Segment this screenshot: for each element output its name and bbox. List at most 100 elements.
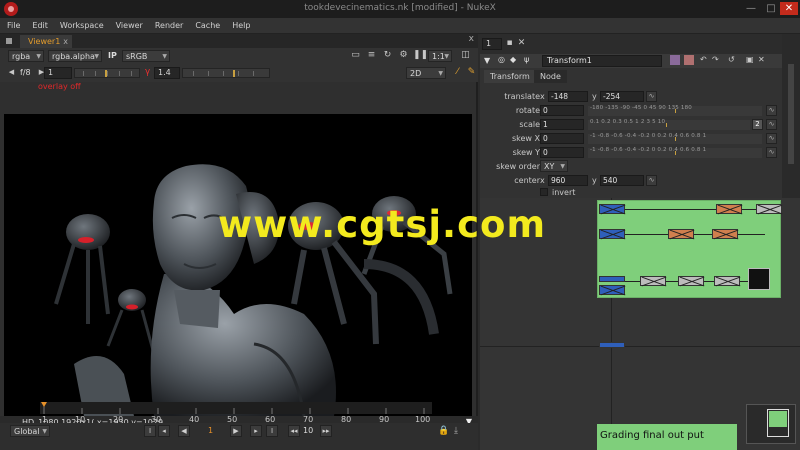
float-panel-icon[interactable]: ▣ xyxy=(746,55,754,64)
pause-icon[interactable]: ❚❚ xyxy=(413,50,428,61)
scale-slider[interactable]: 0.1 0.2 0.3 0.5 1 2 3 5 10 xyxy=(588,119,750,130)
graph-node[interactable] xyxy=(599,342,625,348)
menu-workspace[interactable]: Workspace xyxy=(53,18,109,34)
tab-node[interactable]: Node xyxy=(534,70,567,83)
minimap-viewport[interactable] xyxy=(767,409,789,437)
tab-transform[interactable]: Transform xyxy=(484,70,536,83)
skew-x-animation-icon[interactable]: ∿ xyxy=(766,133,777,144)
panel-menu-icon[interactable] xyxy=(6,38,12,44)
minimize-button[interactable]: — xyxy=(742,2,760,15)
menu-file[interactable]: File xyxy=(0,18,25,34)
gear-icon[interactable]: ⚙ xyxy=(398,50,409,61)
tab-viewer1[interactable]: Viewer1 x xyxy=(20,35,72,48)
bounce-icon[interactable]: ⤓ xyxy=(454,426,458,436)
playhead-icon[interactable] xyxy=(41,402,47,407)
step-forward-button[interactable]: ▸▸ xyxy=(320,425,332,437)
current-frame-field[interactable]: 1 xyxy=(208,426,213,435)
graph-node[interactable] xyxy=(599,276,625,282)
graph-node[interactable] xyxy=(712,229,739,240)
play-forward-button[interactable]: ▶ xyxy=(230,425,242,437)
ip-toggle[interactable]: IP xyxy=(108,51,117,60)
translate-x-field[interactable]: -148 xyxy=(548,91,588,102)
last-frame-button[interactable]: I xyxy=(266,425,278,437)
menu-cache[interactable]: Cache xyxy=(188,18,225,34)
scale-animation-icon[interactable]: ∿ xyxy=(766,119,777,130)
fullscreen-icon[interactable]: ◫ xyxy=(460,50,471,61)
fstop-decrease-icon[interactable]: ◀ xyxy=(6,67,17,78)
tab-close-icon[interactable]: x xyxy=(63,35,68,48)
panel-close-icon[interactable]: x xyxy=(469,34,474,44)
skew-x-field[interactable]: 0 xyxy=(540,133,584,144)
scale-split-badge[interactable]: 2 xyxy=(752,119,763,130)
refresh-icon[interactable]: ↻ xyxy=(382,50,393,61)
invert-checkbox[interactable] xyxy=(540,188,548,196)
center-y-field[interactable]: 540 xyxy=(600,175,644,186)
dropper-icon[interactable]: ✎ xyxy=(466,67,477,78)
wipe-icon[interactable]: ⁄ xyxy=(452,67,463,78)
skew-order-dropdown[interactable]: XY ▼ xyxy=(540,160,568,172)
redo-icon[interactable]: ↷ xyxy=(712,55,719,64)
viewer-canvas[interactable] xyxy=(4,114,472,417)
graph-minimap[interactable] xyxy=(746,404,796,444)
step-value-field[interactable]: 10 xyxy=(303,426,313,435)
rotate-field[interactable]: 0 xyxy=(540,105,584,116)
graph-node[interactable] xyxy=(599,285,626,296)
gain-field[interactable]: 1 xyxy=(44,67,72,79)
graph-node[interactable] xyxy=(599,204,626,215)
maximize-button[interactable]: □ xyxy=(762,2,780,15)
collapse-arrow-icon[interactable]: ▼ xyxy=(484,56,490,65)
scale-field[interactable]: 1 xyxy=(540,119,584,130)
lock-icon[interactable]: 🔒 xyxy=(438,426,449,436)
max-panels-field[interactable]: 1 xyxy=(482,38,502,50)
alpha-channel-dropdown[interactable]: rgba.alpha ▼ xyxy=(48,50,102,62)
first-frame-button[interactable]: I xyxy=(144,425,156,437)
skew-y-field[interactable]: 0 xyxy=(540,147,584,158)
undo-icon[interactable]: ↶ xyxy=(700,55,707,64)
tile-color-swatch[interactable] xyxy=(670,55,680,65)
gain-slider[interactable] xyxy=(74,68,140,78)
graph-node[interactable] xyxy=(640,276,667,287)
close-panel-icon[interactable]: ✕ xyxy=(758,55,765,64)
scrollbar-thumb[interactable] xyxy=(788,64,794,164)
zoom-dropdown[interactable]: 1:1 ▼ xyxy=(428,50,452,62)
rotate-animation-icon[interactable]: ∿ xyxy=(766,105,777,116)
close-button[interactable]: ✕ xyxy=(780,2,798,15)
timeline-scrubber[interactable] xyxy=(40,402,432,414)
menu-help[interactable]: Help xyxy=(225,18,255,34)
translate-animation-icon[interactable]: ∿ xyxy=(646,91,657,102)
gamma-slider[interactable] xyxy=(182,68,270,78)
prev-keyframe-button[interactable]: ◂ xyxy=(158,425,170,437)
center-animation-icon[interactable]: ∿ xyxy=(646,175,657,186)
node-help-icon[interactable]: ◎ xyxy=(498,55,505,64)
rotate-slider[interactable]: -180 -135 -90 -45 0 45 90 135 180 xyxy=(588,105,762,116)
play-backward-button[interactable]: ◀ xyxy=(178,425,190,437)
roi-icon[interactable]: ▭ xyxy=(350,50,361,61)
graph-node[interactable] xyxy=(668,229,695,240)
colorspace-dropdown[interactable]: sRGB ▼ xyxy=(122,50,170,62)
node-name-field[interactable]: Transform1 xyxy=(542,55,662,67)
menu-viewer[interactable]: Viewer xyxy=(109,18,148,34)
graph-node[interactable] xyxy=(714,276,741,287)
channels-dropdown[interactable]: rgba ▼ xyxy=(8,50,44,62)
view-mode-dropdown[interactable]: 2D ▼ xyxy=(406,67,446,79)
global-range-dropdown[interactable]: Global ▼ xyxy=(10,425,50,437)
clear-panels-icon[interactable]: ✕ xyxy=(516,38,527,49)
node-disable-icon[interactable]: ◆ xyxy=(510,55,516,64)
skew-y-animation-icon[interactable]: ∿ xyxy=(766,147,777,158)
menu-render[interactable]: Render xyxy=(148,18,188,34)
menu-edit[interactable]: Edit xyxy=(25,18,53,34)
node-color-icon[interactable]: ψ xyxy=(524,55,529,64)
lock-panels-icon[interactable]: ▪ xyxy=(504,38,515,49)
gamma-field[interactable]: 1.4 xyxy=(154,67,180,79)
skew-y-slider[interactable]: -1 -0.8 -0.6 -0.4 -0.2 0 0.2 0.4 0.6 0.8… xyxy=(588,147,762,158)
read-node-thumbnail[interactable] xyxy=(748,268,770,290)
step-back-button[interactable]: ◂◂ xyxy=(288,425,300,437)
center-x-field[interactable]: 960 xyxy=(548,175,588,186)
gl-color-swatch[interactable] xyxy=(684,55,694,65)
revert-icon[interactable]: ↺ xyxy=(728,55,735,64)
list-icon[interactable]: ≡ xyxy=(366,50,377,61)
skew-x-slider[interactable]: -1 -0.8 -0.6 -0.4 -0.2 0 0.2 0.4 0.6 0.8… xyxy=(588,133,762,144)
graph-node[interactable] xyxy=(756,204,783,215)
properties-scrollbar[interactable] xyxy=(782,34,800,198)
graph-node[interactable] xyxy=(716,204,743,215)
